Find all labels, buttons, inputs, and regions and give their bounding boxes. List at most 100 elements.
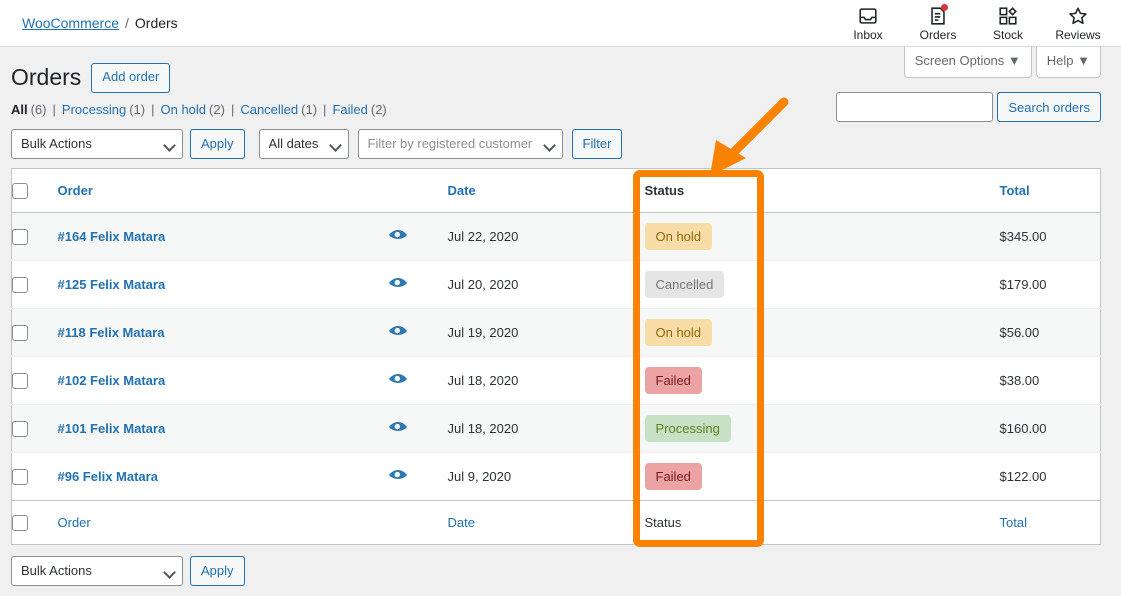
row-total-cell: $345.00 [1000,212,1101,260]
status-filter-all-label: All [11,101,28,117]
breadcrumb-woocommerce-link[interactable]: WooCommerce [22,15,119,31]
bulk-actions-select-wrap-bottom: Bulk Actions [11,555,183,586]
row-date-cell: Jul 22, 2020 [448,212,645,260]
status-filter-all[interactable]: All (6) [11,102,47,117]
status-filter-on-hold-count: (2) [209,101,225,117]
stock-grid-icon [997,5,1019,27]
row-total-cell: $56.00 [1000,308,1101,356]
select-all-checkbox-top[interactable] [12,182,28,199]
main-content: Orders Add order All (6) | Processing (1… [0,47,1121,586]
search-input[interactable] [836,92,994,122]
row-select-cell [12,212,58,260]
preview-eye-icon[interactable] [388,468,408,482]
status-filter-processing[interactable]: Processing (1) [62,102,145,117]
search-box: Search orders [836,92,1101,122]
select-all-footer [11,499,58,545]
order-link[interactable]: #102 Felix Matara [58,373,166,388]
order-total: $160.00 [999,420,1047,436]
bulk-actions-select-bottom[interactable]: Bulk Actions [11,555,183,586]
topnav-item-stock[interactable]: Stock [973,0,1043,46]
status-filter-cancelled-count: (1) [301,101,318,117]
order-link[interactable]: #96 Felix Matara [58,469,158,484]
search-orders-button[interactable]: Search orders [997,92,1101,122]
status-filter-failed[interactable]: Failed (2) [332,102,386,117]
status-filter-on-hold[interactable]: On hold (2) [161,102,225,117]
topnav-item-reviews[interactable]: Reviews [1043,0,1113,46]
row-checkbox[interactable] [12,420,28,437]
bulk-actions-select-top[interactable]: Bulk Actions [11,128,183,159]
row-checkbox[interactable] [12,324,28,341]
order-total: $56.00 [999,324,1040,340]
row-checkbox[interactable] [12,276,28,293]
column-header-date-label: Date [447,182,476,198]
order-link[interactable]: #164 Felix Matara [58,229,166,244]
order-total: $122.00 [999,468,1047,484]
star-icon [1067,5,1089,27]
row-order-cell: #102 Felix Matara [58,356,388,404]
row-order-cell: #96 Felix Matara [58,452,388,500]
order-link[interactable]: #118 Felix Matara [58,325,165,340]
add-order-button[interactable]: Add order [91,63,171,93]
column-header-order-label: Order [57,182,93,198]
preview-eye-icon[interactable] [388,324,408,338]
date-filter-select[interactable]: All dates [258,128,349,159]
preview-eye-icon[interactable] [388,228,408,242]
row-preview-cell [388,308,448,356]
row-checkbox[interactable] [12,228,28,245]
column-header-preview [387,168,448,213]
bulk-actions-select-wrap-top: Bulk Actions [11,128,183,159]
row-status-cell: Processing [644,404,1000,452]
topnav-item-inbox[interactable]: Inbox [833,0,903,46]
column-footer-order[interactable]: Order [57,499,388,545]
screen-options-tab[interactable]: Screen Options ▼ [903,47,1032,79]
help-tab[interactable]: Help ▼ [1035,47,1101,79]
table-foot: Order Date Status Total [11,499,1101,545]
order-date: Jul 19, 2020 [447,324,519,340]
preview-eye-icon[interactable] [388,420,408,434]
column-header-total-label: Total [999,182,1030,198]
top-nav: Inbox Orders Stock Reviews [833,0,1121,46]
column-footer-total-label: Total [999,514,1027,530]
apply-button-bottom[interactable]: Apply [190,555,245,586]
apply-button-top[interactable]: Apply [190,128,245,159]
row-total-cell: $179.00 [1000,260,1101,308]
customer-filter-select[interactable]: Filter by registered customer [357,128,563,159]
column-footer-preview [387,499,448,545]
status-filter-all-count: (6) [30,101,47,117]
column-footer-order-label: Order [57,514,91,530]
status-badge: Failed [644,462,702,491]
column-footer-date-label: Date [447,514,475,530]
column-footer-status: Status [644,499,1000,545]
preview-eye-icon[interactable] [388,276,408,290]
topnav-item-orders[interactable]: Orders [903,0,973,46]
row-select-cell [12,260,58,308]
status-filter-separator-4: | [323,101,327,117]
select-all-checkbox-bottom[interactable] [12,514,28,531]
orders-notification-badge [941,4,948,11]
row-checkbox[interactable] [12,372,28,389]
column-header-date[interactable]: Date [447,168,645,213]
topnav-label-inbox: Inbox [853,28,883,42]
top-bar: WooCommerce / Orders Inbox Orders Stock … [0,0,1121,47]
status-filter-cancelled[interactable]: Cancelled (1) [240,102,317,117]
preview-eye-icon[interactable] [388,372,408,386]
row-total-cell: $122.00 [1000,452,1101,500]
column-footer-status-label: Status [644,514,682,530]
column-footer-total[interactable]: Total [999,499,1101,545]
status-badge: On hold [644,318,713,347]
customer-filter-wrap: Filter by registered customer [357,128,563,159]
status-filter-cancelled-label: Cancelled [240,101,299,117]
order-link[interactable]: #125 Felix Matara [58,277,166,292]
column-header-order[interactable]: Order [57,168,388,213]
topnav-label-orders: Orders [919,28,957,42]
order-total: $345.00 [999,228,1047,244]
column-footer-date[interactable]: Date [447,499,645,545]
row-checkbox[interactable] [12,468,28,485]
table-row: #101 Felix Matara Jul 18, 2020 Processin… [11,404,1101,453]
filter-button[interactable]: Filter [571,128,623,159]
row-order-cell: #125 Felix Matara [58,260,388,308]
row-status-cell: Cancelled [644,260,1000,308]
order-link[interactable]: #101 Felix Matara [58,421,166,436]
row-date-cell: Jul 9, 2020 [448,452,645,500]
column-header-total[interactable]: Total [999,168,1101,213]
